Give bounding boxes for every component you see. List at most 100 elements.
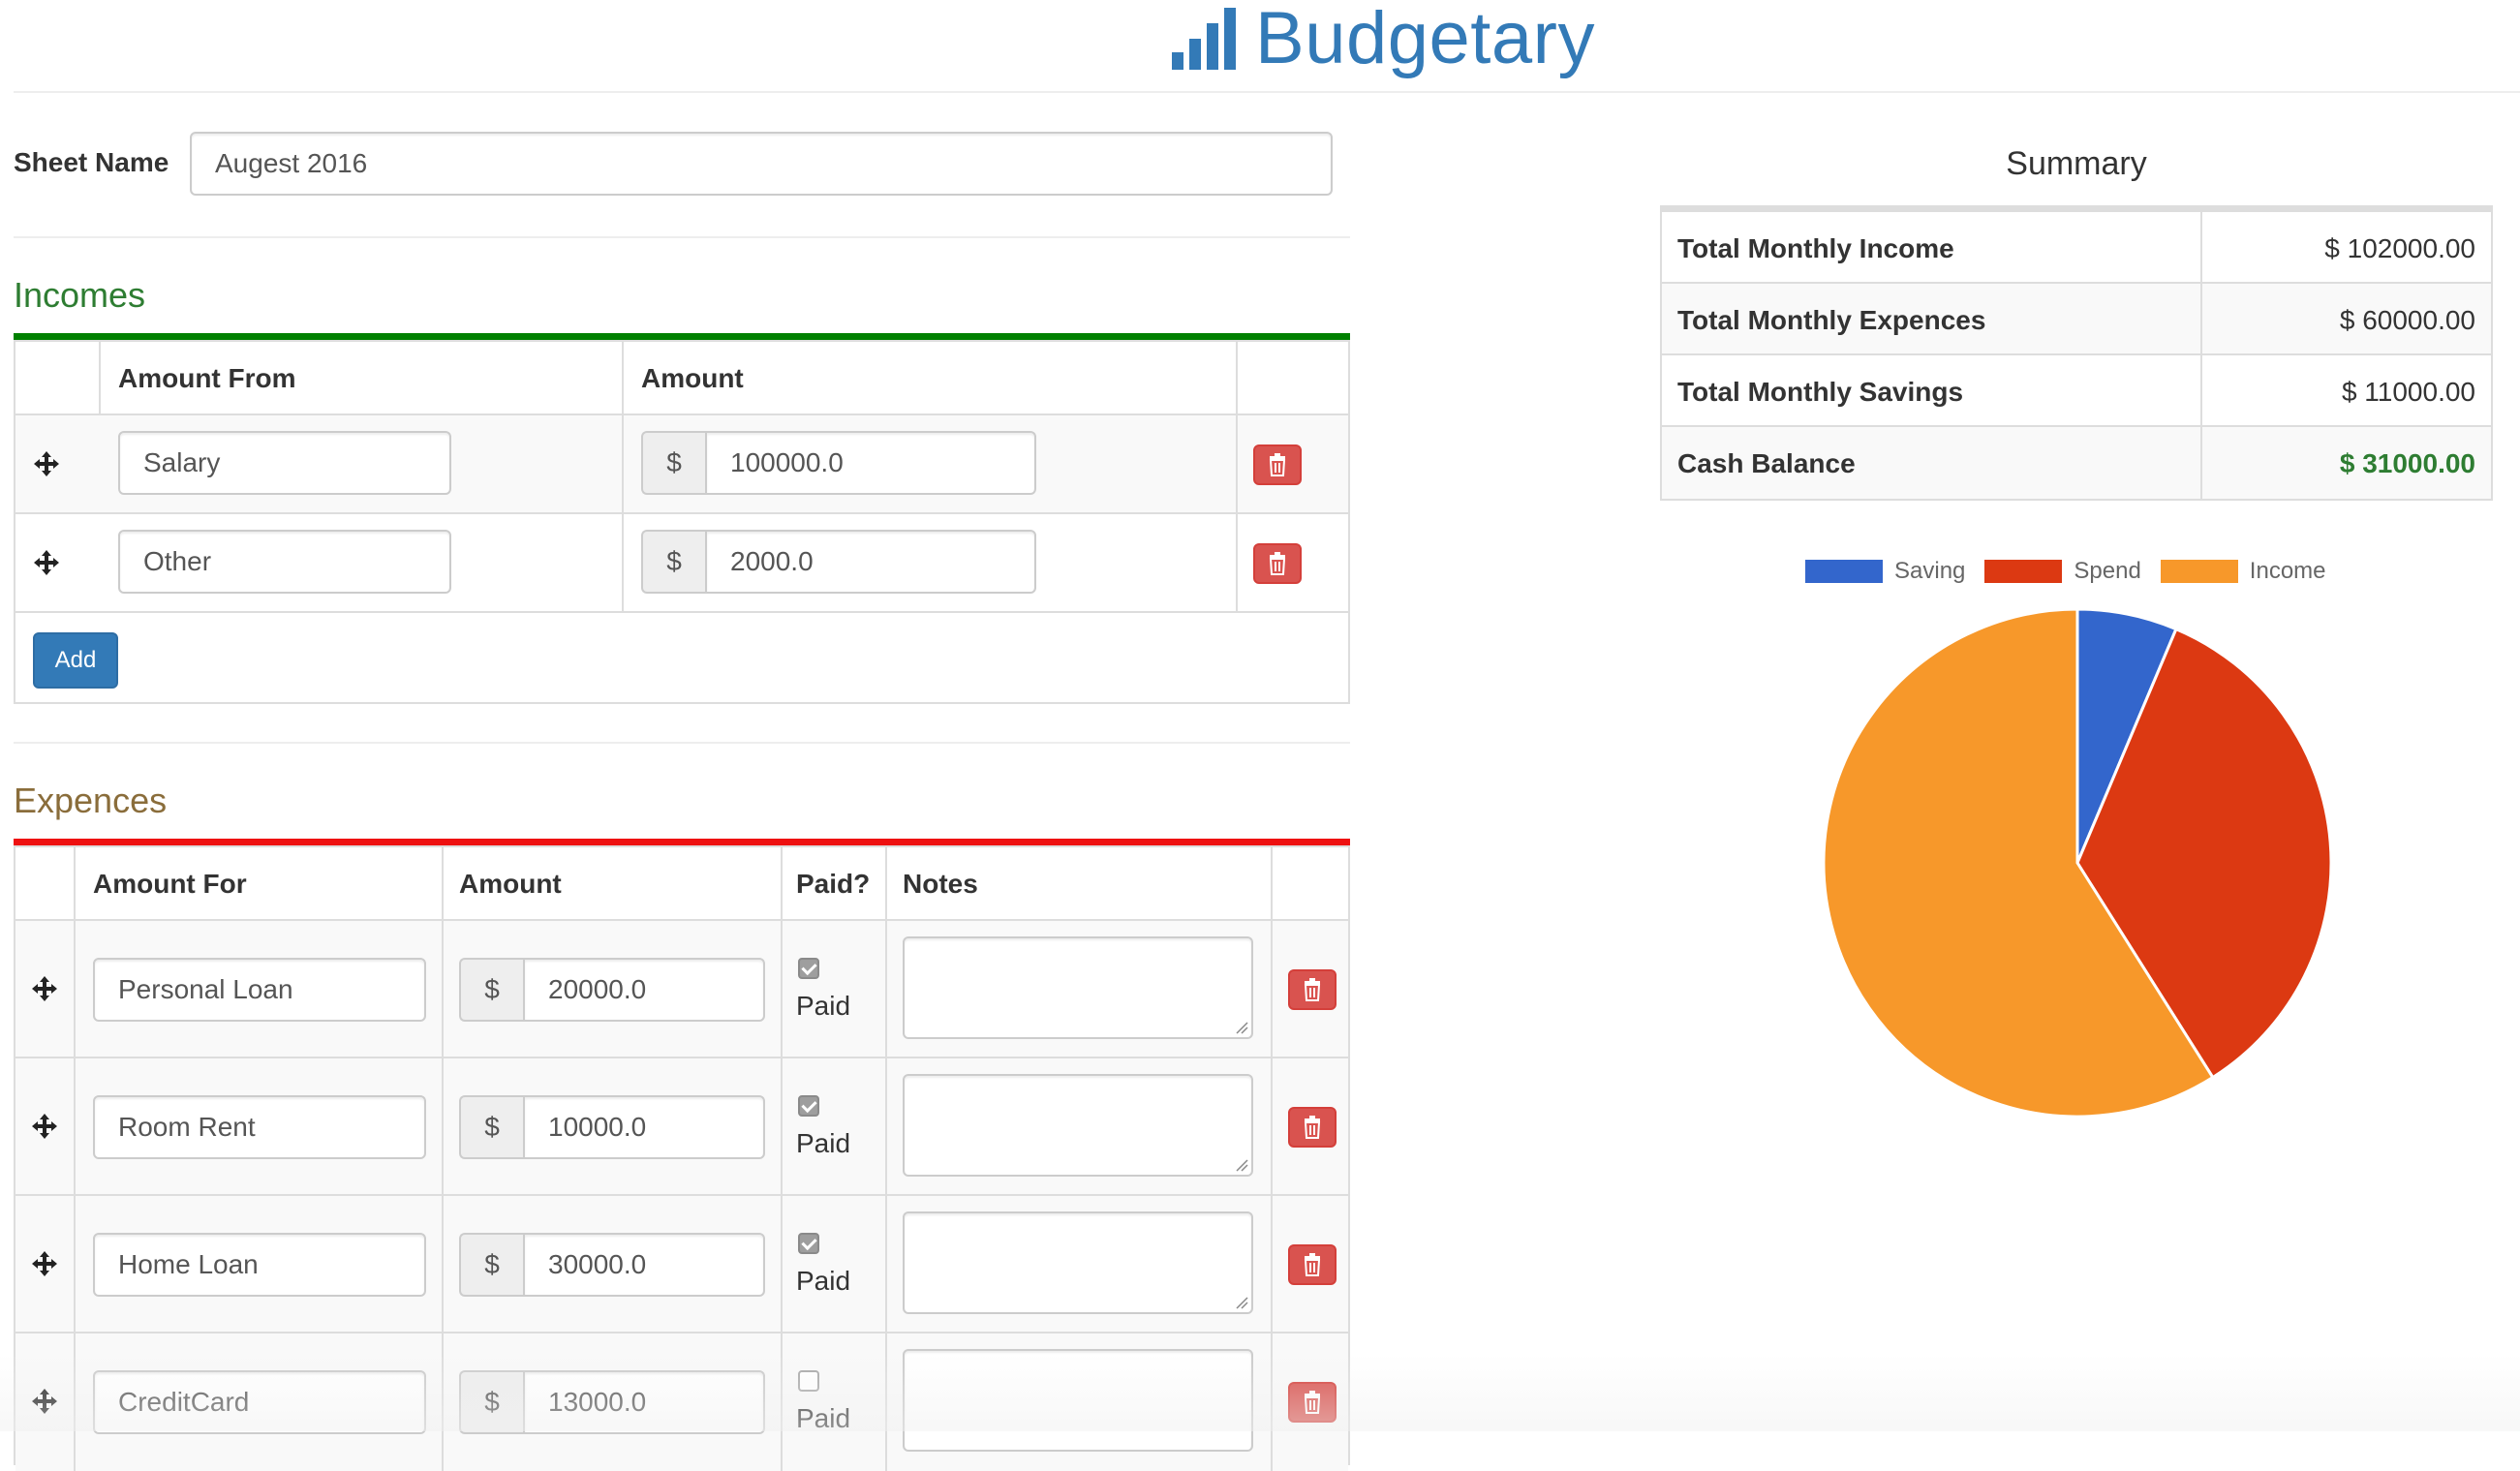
paid-checkbox[interactable] xyxy=(798,958,819,979)
resize-grip-icon[interactable] xyxy=(1235,1021,1248,1034)
bar-chart-icon xyxy=(1172,8,1236,70)
chart-legend: Saving Spend Income xyxy=(1805,558,2346,585)
summary-label: Cash Balance xyxy=(1677,448,1856,478)
income-row: $ xyxy=(15,415,1348,514)
currency-addon: $ xyxy=(459,958,523,1022)
expence-for-input[interactable] xyxy=(93,958,426,1022)
summary-table: Total Monthly Income $ 102000.00 Total M… xyxy=(1660,205,2493,501)
notes-textarea[interactable] xyxy=(903,1074,1253,1177)
expence-amount-input[interactable] xyxy=(523,1095,765,1159)
summary-value: $ 11000.00 xyxy=(2341,377,2475,407)
delete-button[interactable] xyxy=(1288,1107,1337,1148)
column-header-amount-for: Amount For xyxy=(93,869,247,899)
summary-row-expences: Total Monthly Expences $ 60000.00 xyxy=(1662,284,2491,355)
legend-swatch xyxy=(2160,560,2238,583)
expence-for-input[interactable] xyxy=(93,1095,426,1159)
currency-addon: $ xyxy=(459,1233,523,1297)
trash-icon xyxy=(1269,453,1286,476)
income-source-input[interactable] xyxy=(118,431,451,495)
trash-icon xyxy=(1304,1391,1321,1414)
legend-label: Spend xyxy=(2074,558,2141,584)
legend-item-income[interactable]: Income xyxy=(2160,558,2326,585)
legend-item-spend[interactable]: Spend xyxy=(1984,558,2141,585)
move-handle-icon[interactable] xyxy=(31,1113,58,1140)
summary-heading: Summary xyxy=(2006,145,2147,182)
legend-label: Income xyxy=(2249,558,2326,584)
delete-button[interactable] xyxy=(1288,969,1337,1010)
paid-label: Paid xyxy=(796,1403,851,1433)
currency-addon: $ xyxy=(641,431,705,495)
currency-addon: $ xyxy=(459,1370,523,1434)
divider xyxy=(14,742,1350,744)
add-income-button[interactable]: Add xyxy=(33,632,118,689)
move-handle-icon[interactable] xyxy=(31,1250,58,1277)
expence-row: $ Paid xyxy=(15,921,1348,1058)
cash-balance-value: $ 31000.00 xyxy=(2339,448,2475,478)
sheet-name-input[interactable] xyxy=(190,132,1333,196)
incomes-table: Amount From Amount $ $ Add xyxy=(14,340,1350,704)
notes-textarea[interactable] xyxy=(903,1349,1253,1452)
brand[interactable]: Budgetary xyxy=(1172,0,1595,77)
paid-label: Paid xyxy=(796,1266,851,1296)
expence-for-input[interactable] xyxy=(93,1370,426,1434)
pie-chart xyxy=(1822,607,2333,1119)
delete-button[interactable] xyxy=(1288,1382,1337,1423)
delete-button[interactable] xyxy=(1253,444,1302,485)
summary-label: Total Monthly Income xyxy=(1677,233,1954,263)
paid-label: Paid xyxy=(796,1128,851,1158)
incomes-footer-row: Add xyxy=(15,613,1348,704)
legend-label: Saving xyxy=(1894,558,1966,584)
move-handle-icon[interactable] xyxy=(33,450,60,477)
incomes-accent-bar xyxy=(14,333,1350,340)
move-handle-icon[interactable] xyxy=(33,549,60,576)
move-handle-icon[interactable] xyxy=(31,1388,58,1415)
notes-textarea[interactable] xyxy=(903,936,1253,1039)
expence-amount-input[interactable] xyxy=(523,1233,765,1297)
expence-amount-input[interactable] xyxy=(523,1370,765,1434)
incomes-heading: Incomes xyxy=(14,275,146,315)
income-amount-input[interactable] xyxy=(705,530,1036,594)
trash-icon xyxy=(1304,1253,1321,1276)
expence-row: $ Paid xyxy=(15,1333,1348,1471)
expences-heading: Expences xyxy=(14,781,168,820)
legend-swatch xyxy=(1984,560,2063,583)
legend-item-saving[interactable]: Saving xyxy=(1805,558,1965,585)
paid-checkbox[interactable] xyxy=(798,1095,819,1117)
resize-grip-icon[interactable] xyxy=(1235,1296,1248,1309)
header-divider xyxy=(14,91,2520,93)
delete-button[interactable] xyxy=(1253,543,1302,584)
move-handle-icon[interactable] xyxy=(31,975,58,1002)
expences-accent-bar xyxy=(14,839,1350,845)
legend-swatch xyxy=(1805,560,1883,583)
column-header-amount: Amount xyxy=(459,869,562,899)
currency-addon: $ xyxy=(459,1095,523,1159)
paid-checkbox[interactable] xyxy=(798,1370,819,1392)
expence-row: $ Paid xyxy=(15,1058,1348,1196)
delete-button[interactable] xyxy=(1288,1244,1337,1285)
income-amount-input[interactable] xyxy=(705,431,1036,495)
column-header-notes: Notes xyxy=(903,869,978,899)
income-row: $ xyxy=(15,514,1348,613)
expence-row: $ Paid xyxy=(15,1196,1348,1333)
summary-label: Total Monthly Expences xyxy=(1677,305,1986,335)
resize-grip-icon[interactable] xyxy=(1235,1158,1248,1172)
divider xyxy=(14,236,1350,238)
expences-table: Amount For Amount Paid? Notes $ Paid $ P… xyxy=(14,845,1350,1471)
incomes-header-row: Amount From Amount xyxy=(15,342,1348,415)
summary-label: Total Monthly Savings xyxy=(1677,377,1964,407)
trash-icon xyxy=(1269,552,1286,575)
column-header-amount-from: Amount From xyxy=(118,363,296,393)
expence-amount-input[interactable] xyxy=(523,958,765,1022)
income-source-input[interactable] xyxy=(118,530,451,594)
column-header-paid: Paid? xyxy=(796,869,871,899)
trash-icon xyxy=(1304,978,1321,1001)
summary-row-income: Total Monthly Income $ 102000.00 xyxy=(1662,212,2491,284)
expences-header-row: Amount For Amount Paid? Notes xyxy=(15,847,1348,921)
notes-textarea[interactable] xyxy=(903,1211,1253,1314)
expence-for-input[interactable] xyxy=(93,1233,426,1297)
summary-row-balance: Cash Balance $ 31000.00 xyxy=(1662,427,2491,499)
column-header-amount: Amount xyxy=(641,363,744,393)
paid-label: Paid xyxy=(796,991,851,1021)
summary-row-savings: Total Monthly Savings $ 11000.00 xyxy=(1662,355,2491,427)
paid-checkbox[interactable] xyxy=(798,1233,819,1254)
